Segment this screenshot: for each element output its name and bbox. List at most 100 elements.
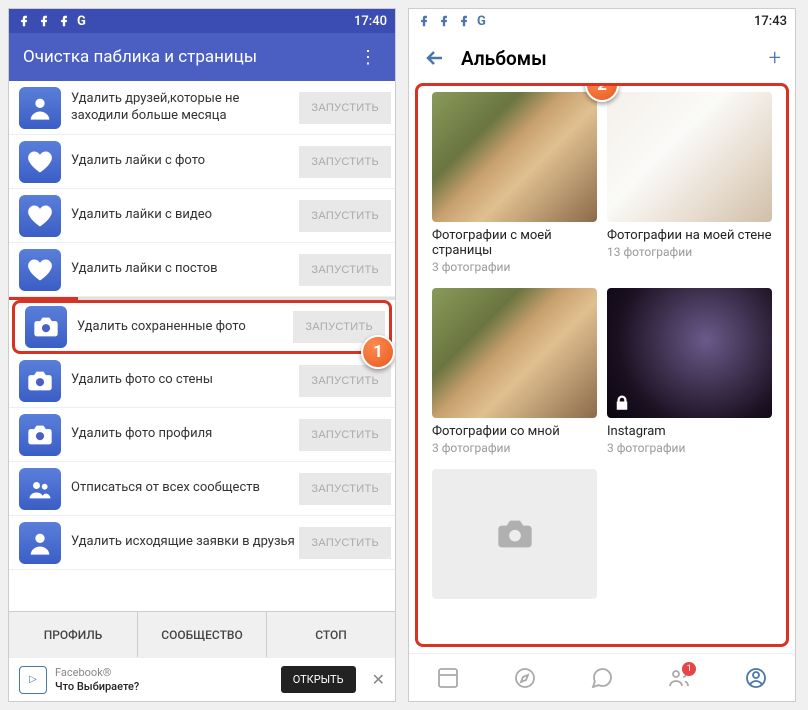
fb-icon [417, 14, 431, 28]
album-count: 13 фотографии [607, 245, 772, 259]
run-button[interactable]: ЗАПУСТИТЬ [299, 254, 391, 286]
nav-friends[interactable]: 1 [641, 654, 718, 701]
annotation-marker-1: 1 [361, 335, 395, 369]
album-item[interactable]: Фотографии на моей стене 13 фотографии [607, 92, 772, 274]
nav-discover[interactable] [486, 654, 563, 701]
heart-icon [19, 195, 61, 237]
action-row: Удалить лайки с видео ЗАПУСТИТЬ [9, 189, 395, 243]
action-label: Удалить друзей,которые не заходили больш… [71, 91, 299, 124]
run-button[interactable]: ЗАПУСТИТЬ [299, 527, 391, 559]
status-icons-left: G [17, 14, 86, 29]
album-item[interactable]: Фотографии с моей страницы 3 фотографии [432, 92, 597, 274]
fb-icon [457, 14, 471, 28]
run-button[interactable]: ЗАПУСТИТЬ [299, 146, 391, 178]
camera-icon [25, 306, 67, 348]
album-count: 3 фотографии [432, 441, 597, 455]
album-name: Фотографии со мной [432, 424, 597, 439]
run-button[interactable]: ЗАПУСТИТЬ [299, 419, 391, 451]
album-name: Instagram [607, 424, 772, 439]
action-label: Удалить сохраненные фото [77, 319, 293, 335]
status-bar: G 17:43 [409, 9, 795, 33]
tab-stop[interactable]: СТОП [267, 612, 395, 657]
phone-right: G 17:43 Альбомы + 2 Фотографии с моей ст… [408, 8, 796, 702]
run-button[interactable]: ЗАПУСТИТЬ [299, 200, 391, 232]
action-row: Удалить исходящие заявки в друзья ЗАПУСТ… [9, 516, 395, 570]
albums-header: Альбомы + [409, 33, 795, 83]
camera-icon [19, 414, 61, 456]
run-button[interactable]: ЗАПУСТИТЬ [299, 473, 391, 505]
albums-container: 2 Фотографии с моей страницы 3 фотографи… [415, 83, 789, 647]
bottom-tabs: ПРОФИЛЬ СООБЩЕСТВО СТОП [9, 611, 395, 657]
tab-profile[interactable]: ПРОФИЛЬ [9, 612, 138, 657]
app-title: Очистка паблика и страницы [23, 47, 355, 67]
bottom-nav: 1 [409, 653, 795, 701]
action-row: Удалить лайки с постов ЗАПУСТИТЬ [9, 243, 395, 297]
album-add[interactable] [432, 469, 597, 599]
action-label: Удалить лайки с постов [71, 261, 299, 277]
fb-icon [17, 14, 31, 28]
album-thumb [432, 92, 597, 222]
heart-icon [19, 249, 61, 291]
album-name: Фотографии с моей страницы [432, 228, 597, 258]
album-name: Фотографии на моей стене [607, 228, 772, 243]
album-count: 3 фотографии [432, 260, 597, 274]
album-count: 3 фотографии [607, 441, 772, 455]
heart-icon [19, 141, 61, 183]
ad-brand: Facebook® [55, 666, 273, 679]
action-row: Удалить фото профиля ЗАПУСТИТЬ [9, 408, 395, 462]
action-row: Удалить друзей,которые не заходили больш… [9, 81, 395, 135]
google-icon: G [77, 14, 86, 29]
run-button[interactable]: ЗАПУСТИТЬ [299, 92, 391, 124]
action-row: Отписаться от всех сообществ ЗАПУСТИТЬ [9, 462, 395, 516]
back-icon[interactable] [423, 46, 447, 70]
fb-icon [37, 14, 51, 28]
camera-icon [495, 514, 535, 554]
phone-left: G 17:40 Очистка паблика и страницы ⋮ Уда… [8, 8, 396, 702]
status-time: 17:43 [754, 14, 787, 29]
status-time: 17:40 [354, 14, 387, 29]
action-label: Удалить лайки с фото [71, 153, 299, 169]
ad-close-icon[interactable]: ✕ [364, 670, 385, 689]
actions-list: Удалить друзей,которые не заходили больш… [9, 81, 395, 611]
status-bar: G 17:40 [9, 9, 395, 33]
action-label: Отписаться от всех сообществ [71, 480, 299, 496]
album-item[interactable]: Фотографии со мной 3 фотографии [432, 288, 597, 455]
group-icon [19, 468, 61, 510]
tab-community[interactable]: СООБЩЕСТВО [138, 612, 267, 657]
album-item[interactable]: Instagram 3 фотографии [607, 288, 772, 455]
fb-icon [57, 14, 71, 28]
nav-feed[interactable] [409, 654, 486, 701]
action-label: Удалить фото профиля [71, 426, 299, 442]
nav-profile[interactable] [718, 654, 795, 701]
albums-grid: Фотографии с моей страницы 3 фотографии … [432, 86, 772, 599]
action-row: Удалить фото со стены ЗАПУСТИТЬ [9, 354, 395, 408]
action-label: Удалить лайки с видео [71, 207, 299, 223]
fb-icon [437, 14, 451, 28]
album-thumb [432, 288, 597, 418]
run-button[interactable]: ЗАПУСТИТЬ [299, 365, 391, 397]
camera-icon [19, 360, 61, 402]
ad-text: Facebook® Что Выбираете? [55, 666, 273, 692]
album-thumb [607, 288, 772, 418]
album-thumb [607, 92, 772, 222]
ad-bar: ▷ Facebook® Что Выбираете? ОТКРЫТЬ ✕ [9, 657, 395, 701]
action-label: Удалить исходящие заявки в друзья [71, 534, 299, 550]
add-icon[interactable]: + [769, 46, 781, 71]
album-thumb-empty [432, 469, 597, 599]
ad-line: Что Выбираете? [55, 680, 273, 693]
page-title: Альбомы [461, 47, 769, 70]
menu-icon[interactable]: ⋮ [355, 43, 381, 72]
lock-icon [613, 394, 631, 412]
app-bar: Очистка паблика и страницы ⋮ [9, 33, 395, 81]
ad-open-button[interactable]: ОТКРЫТЬ [281, 666, 356, 693]
ad-choices-icon[interactable]: ▷ [19, 666, 47, 694]
status-icons: G [417, 14, 486, 29]
person-icon [19, 522, 61, 564]
nav-messages[interactable] [563, 654, 640, 701]
action-label: Удалить фото со стены [71, 372, 299, 388]
action-row: Удалить сохраненные фото ЗАПУСТИТЬ 1 [12, 300, 392, 354]
google-icon: G [477, 14, 486, 29]
nav-badge: 1 [682, 662, 696, 676]
action-row: Удалить лайки с фото ЗАПУСТИТЬ [9, 135, 395, 189]
person-icon [19, 87, 61, 129]
